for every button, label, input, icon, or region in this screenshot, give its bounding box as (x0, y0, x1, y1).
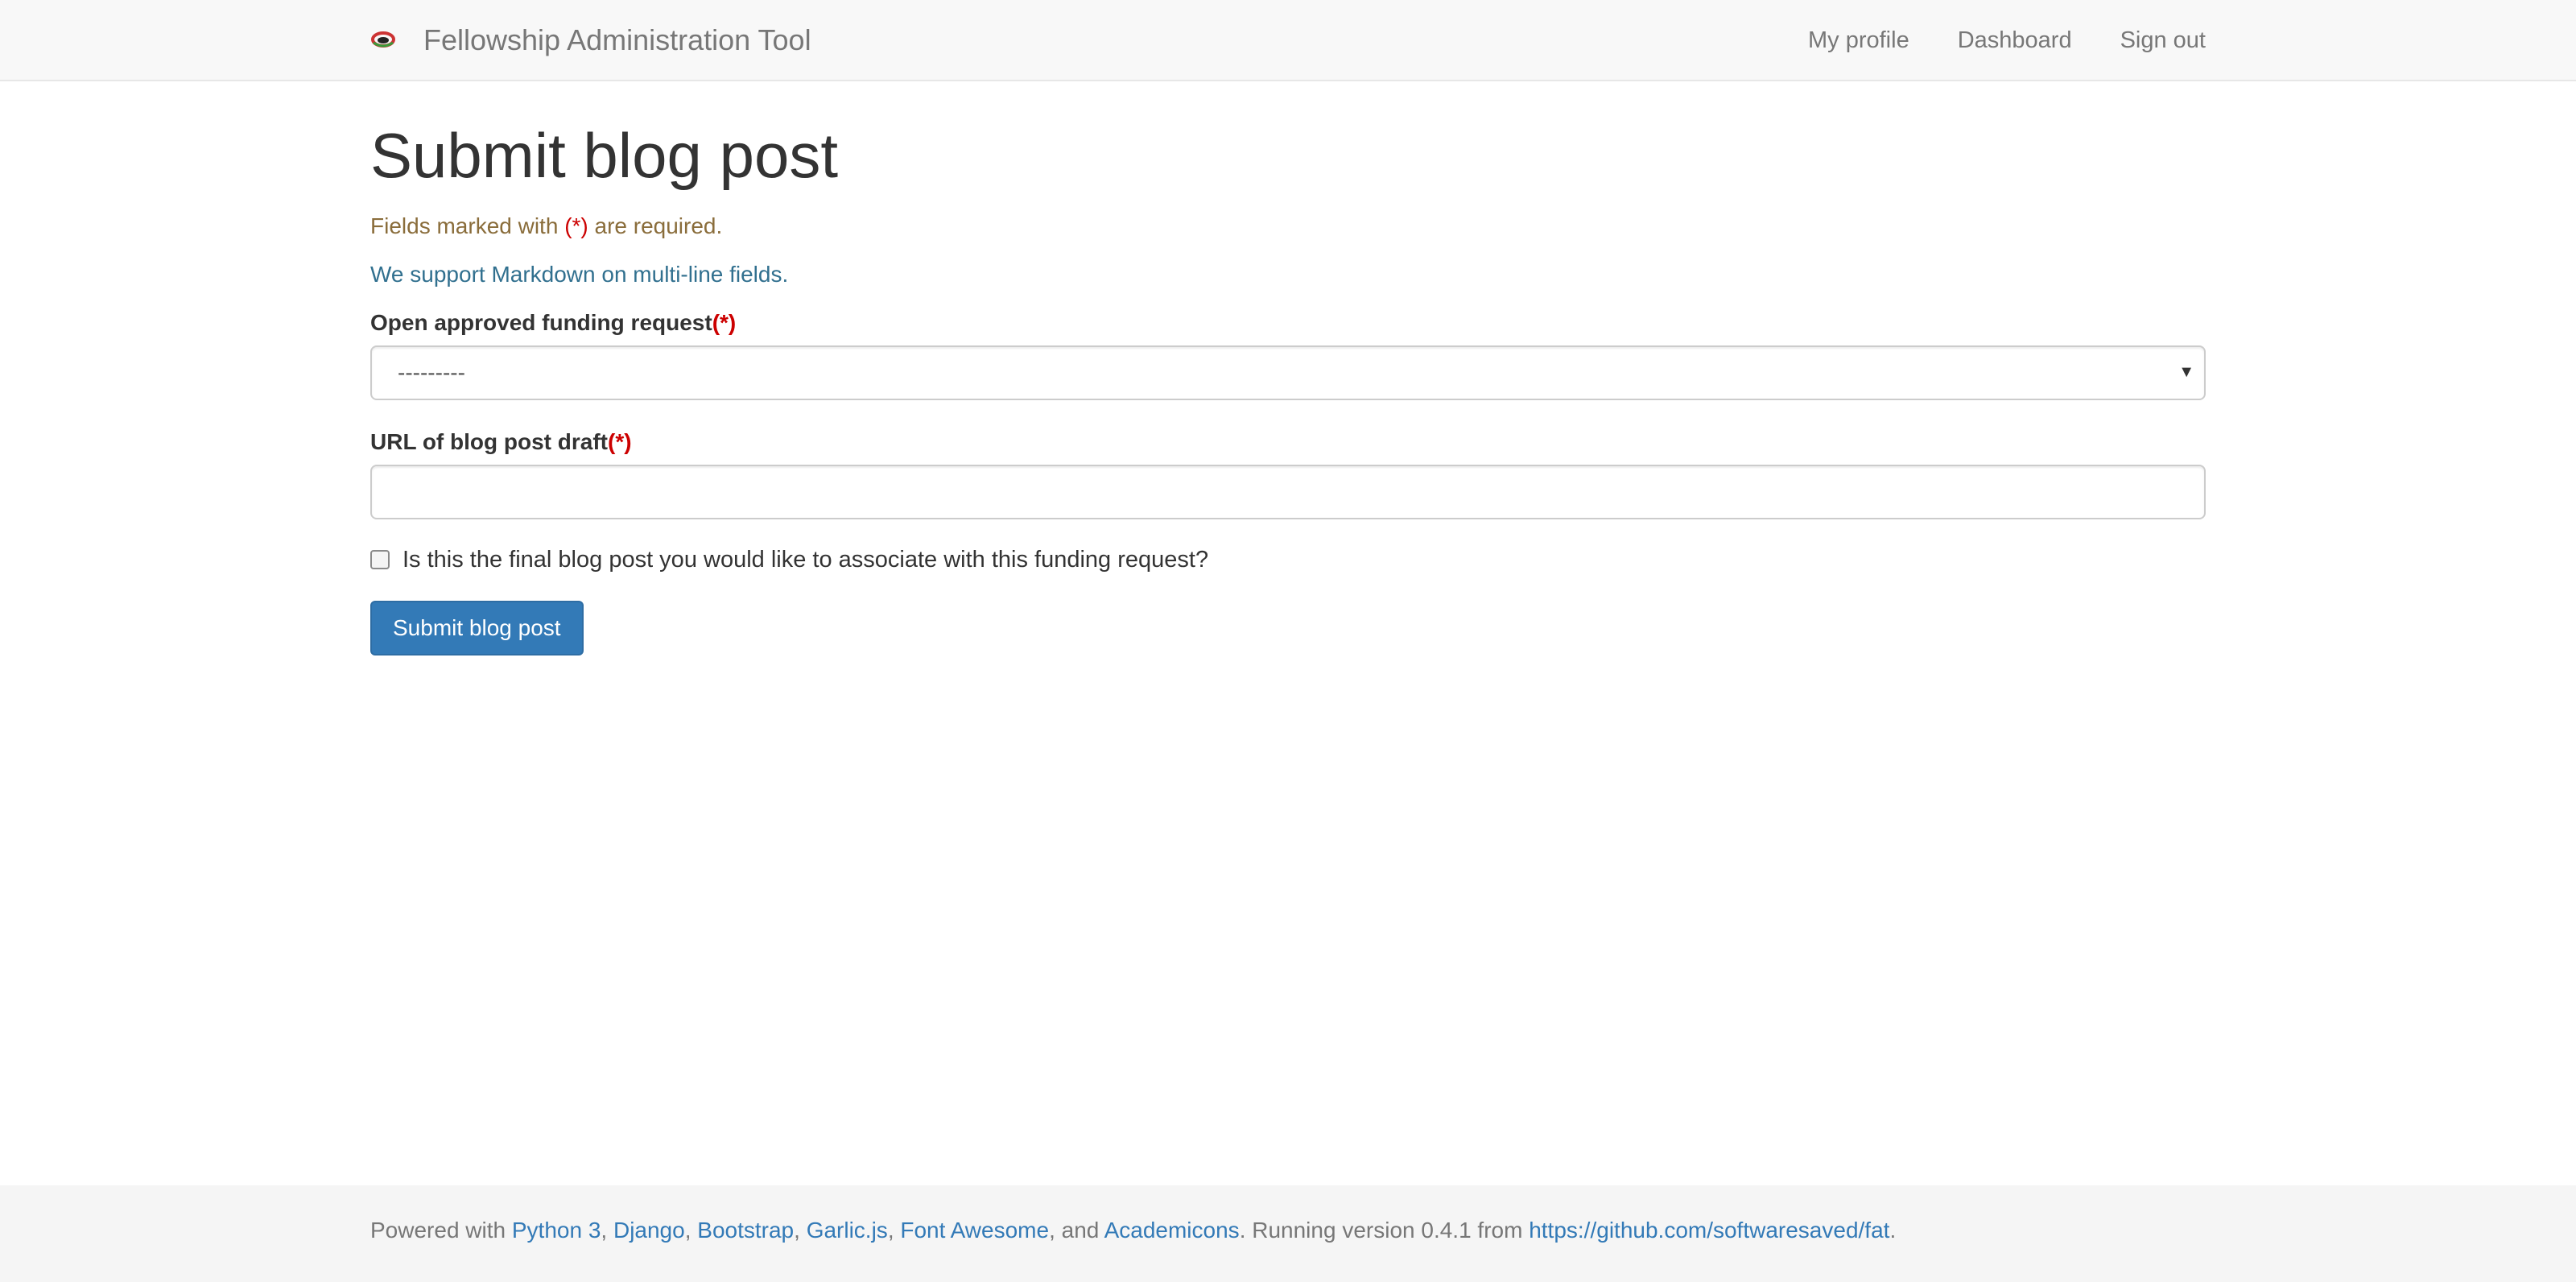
blog-url-label: URL of blog post draft(*) (370, 429, 2206, 455)
page-title: Submit blog post (370, 120, 839, 191)
footer-link-bootstrap[interactable]: Bootstrap (697, 1218, 794, 1243)
footer-running-text: . Running version 0.4.1 from (1239, 1218, 1530, 1243)
footer-link-font-awesome[interactable]: Font Awesome (900, 1218, 1049, 1243)
required-note-after: are required. (588, 213, 723, 238)
markdown-support-note: We support Markdown on multi-line fields… (370, 261, 789, 287)
url-required-marker: (*) (608, 428, 632, 454)
final-post-checkbox-label: Is this the final blog post you would li… (402, 546, 1209, 573)
blog-url-input[interactable] (370, 464, 2206, 519)
navbar: Fellowship Administration Tool My profil… (0, 0, 2576, 81)
nav-my-profile-link[interactable]: My profile (1808, 27, 1909, 54)
brand-title: Fellowship Administration Tool (423, 23, 811, 56)
funding-request-selected-value: --------- (398, 359, 465, 385)
footer-sep-4: , (887, 1218, 901, 1243)
final-post-checkbox[interactable] (370, 550, 390, 570)
footer-link-academicons[interactable]: Academicons (1104, 1218, 1240, 1243)
final-post-row: Is this the final blog post you would li… (370, 547, 2206, 573)
footer-sep-5: , and (1049, 1218, 1104, 1243)
brand-link[interactable]: Fellowship Administration Tool (370, 0, 811, 81)
required-marker: (*) (564, 213, 588, 238)
footer-link-python[interactable]: Python 3 (512, 1218, 601, 1243)
footer-repo-link[interactable]: https://github.com/softwaresaved/fat (1529, 1218, 1889, 1243)
footer-sep-1: , (601, 1218, 613, 1243)
funding-request-label: Open approved funding request(*) (370, 310, 2206, 336)
funding-request-select[interactable]: --------- (370, 345, 2206, 400)
required-fields-note: Fields marked with (*) are required. (370, 213, 2206, 239)
fellowship-logo-icon (370, 27, 396, 53)
caret-down-icon: ▼ (2178, 362, 2194, 381)
footer-sep-2: , (684, 1218, 698, 1243)
blog-post-form: Open approved funding request(*) -------… (370, 310, 2206, 655)
footer-link-garlicjs[interactable]: Garlic.js (807, 1218, 888, 1243)
funding-request-label-text: Open approved funding request (370, 309, 712, 335)
blog-url-label-text: URL of blog post draft (370, 428, 608, 454)
nav-dashboard-link[interactable]: Dashboard (1958, 27, 2072, 54)
submit-blog-post-button[interactable]: Submit blog post (370, 600, 584, 655)
nav-links: My profile Dashboard Sign out (1760, 0, 2206, 81)
main-content: Submit blog post Fields marked with (*) … (370, 81, 2206, 655)
nav-sign-out-link[interactable]: Sign out (2120, 27, 2206, 54)
required-note-before: Fields marked with (370, 213, 565, 238)
funding-required-marker: (*) (712, 309, 737, 335)
footer: Powered with Python 3, Django, Bootstrap… (0, 1185, 2576, 1282)
footer-text: Powered with Python 3, Django, Bootstrap… (370, 1218, 1896, 1243)
footer-prefix: Powered with (370, 1218, 512, 1243)
footer-suffix: . (1889, 1218, 1897, 1243)
footer-sep-3: , (794, 1218, 807, 1243)
footer-link-django[interactable]: Django (613, 1218, 685, 1243)
funding-request-select-wrapper: --------- ▼ (370, 345, 2206, 400)
